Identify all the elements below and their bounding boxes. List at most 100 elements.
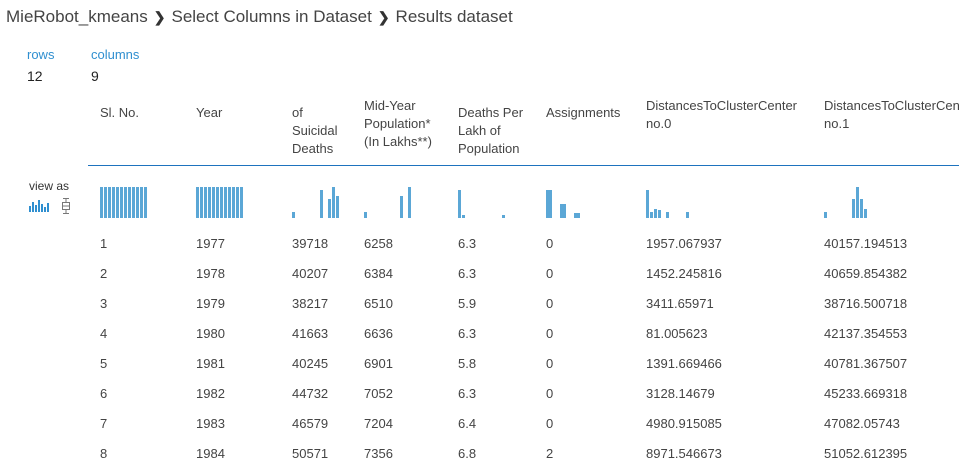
table-cell: 0 xyxy=(546,356,554,371)
table-cell: 38716.500718 xyxy=(824,296,908,311)
table-cell: 0 xyxy=(546,386,554,401)
table-cell: 0 xyxy=(546,326,554,341)
table-cell: 1 xyxy=(100,236,108,251)
histogram-bar xyxy=(240,187,243,218)
column-header[interactable]: Mid-Year Population* (In Lakhs**) xyxy=(364,97,454,151)
table-cell: 6636 xyxy=(364,326,393,341)
table-cell: 38217 xyxy=(292,296,329,311)
histogram-view-icon[interactable] xyxy=(29,200,49,212)
histogram-bar xyxy=(364,212,367,218)
table-cell: 46579 xyxy=(292,416,329,431)
table-cell: 6.3 xyxy=(458,236,477,251)
table-cell: 40781.367507 xyxy=(824,356,908,371)
column-histogram[interactable] xyxy=(292,186,357,218)
table-cell: 81.005623 xyxy=(646,326,708,341)
chevron-right-icon: ❯ xyxy=(153,9,166,25)
histogram-bar xyxy=(140,187,143,218)
histogram-bar xyxy=(224,187,227,218)
histogram-bar xyxy=(658,210,661,218)
table-cell: 1391.669466 xyxy=(646,356,722,371)
column-header[interactable]: Year xyxy=(196,104,276,122)
table-cell: 6.8 xyxy=(458,446,477,461)
header-divider xyxy=(88,165,959,166)
histogram-bar xyxy=(332,187,335,218)
histogram-bar xyxy=(208,187,211,218)
column-histogram[interactable] xyxy=(824,186,959,218)
histogram-bar xyxy=(852,199,855,218)
column-header[interactable]: Sl. No. xyxy=(100,104,180,122)
histogram-bar xyxy=(666,212,669,218)
histogram-bar xyxy=(104,187,107,218)
table-cell: 3411.65971 xyxy=(646,296,714,311)
histogram-bar xyxy=(204,187,207,218)
table-cell: 1982 xyxy=(196,386,225,401)
column-histogram[interactable] xyxy=(100,186,180,218)
columns-stat: columns 9 xyxy=(91,47,139,84)
table-cell: 47082.05743 xyxy=(824,416,900,431)
column-header[interactable]: Deaths Per Lakh of Population xyxy=(458,104,538,158)
column-histogram[interactable] xyxy=(458,186,538,218)
table-cell: 0 xyxy=(546,266,554,281)
column-histogram[interactable] xyxy=(196,186,276,218)
table-cell: 6 xyxy=(100,386,108,401)
histogram-bar xyxy=(128,187,131,218)
histogram-bar xyxy=(228,187,231,218)
table-cell: 8 xyxy=(100,446,108,461)
rows-label: rows xyxy=(27,47,55,62)
table-cell: 6258 xyxy=(364,236,393,251)
column-header[interactable]: Assignments xyxy=(546,104,636,122)
table-cell: 41663 xyxy=(292,326,329,341)
columns-label: columns xyxy=(91,47,140,62)
boxplot-view-icon[interactable] xyxy=(62,198,70,214)
histogram-bar xyxy=(336,196,339,218)
histogram-bar xyxy=(546,190,552,218)
table-cell: 6.3 xyxy=(458,266,477,281)
table-cell: 51052.612395 xyxy=(824,446,908,461)
table-cell: 1957.067937 xyxy=(646,236,722,251)
table-cell: 0 xyxy=(546,416,554,431)
histogram-bar xyxy=(824,212,827,218)
histogram-bar xyxy=(100,187,103,218)
table-cell: 1979 xyxy=(196,296,225,311)
histogram-bar xyxy=(232,187,235,218)
column-histogram[interactable] xyxy=(646,186,816,218)
table-cell: 42137.354553 xyxy=(824,326,908,341)
table-cell: 6901 xyxy=(364,356,393,371)
column-header[interactable]: DistancesToClusterCenter no.0 xyxy=(646,97,816,133)
histogram-bar xyxy=(216,187,219,218)
histogram-bar xyxy=(200,187,203,218)
table-cell: 1452.245816 xyxy=(646,266,722,281)
table-cell: 1981 xyxy=(196,356,225,371)
histogram-bar xyxy=(650,212,653,218)
breadcrumb-item-module[interactable]: Select Columns in Dataset xyxy=(171,7,371,26)
histogram-bar xyxy=(328,199,331,218)
table-cell: 7204 xyxy=(364,416,393,431)
table-cell: 7356 xyxy=(364,446,393,461)
view-as-toggle xyxy=(29,198,79,223)
histogram-bar xyxy=(458,190,461,218)
histogram-bar xyxy=(112,187,115,218)
table-cell: 6.3 xyxy=(458,326,477,341)
table-cell: 2 xyxy=(100,266,108,281)
column-header[interactable]: DistancesToClusterCenter no.1 xyxy=(824,97,959,133)
table-cell: 40207 xyxy=(292,266,329,281)
histogram-bar xyxy=(462,215,465,218)
histogram-bar xyxy=(292,212,295,218)
column-histogram[interactable] xyxy=(364,186,454,218)
histogram-bar xyxy=(574,213,580,218)
table-cell: 5.9 xyxy=(458,296,477,311)
breadcrumb: MieRobot_kmeans ❯ Select Columns in Datase… xyxy=(6,7,513,27)
table-cell: 8971.546673 xyxy=(646,446,722,461)
breadcrumb-item-current: Results dataset xyxy=(395,7,513,26)
table-cell: 6384 xyxy=(364,266,393,281)
column-header[interactable]: of Suicidal Deaths xyxy=(292,104,357,158)
table-cell: 44732 xyxy=(292,386,329,401)
histogram-bar xyxy=(654,209,657,218)
table-cell: 1980 xyxy=(196,326,225,341)
column-histogram[interactable] xyxy=(546,186,636,218)
chevron-right-icon: ❯ xyxy=(377,9,390,25)
histogram-bar xyxy=(502,215,505,218)
histogram-bar xyxy=(860,199,863,218)
breadcrumb-item-experiment[interactable]: MieRobot_kmeans xyxy=(6,7,148,26)
histogram-bar xyxy=(116,187,119,218)
